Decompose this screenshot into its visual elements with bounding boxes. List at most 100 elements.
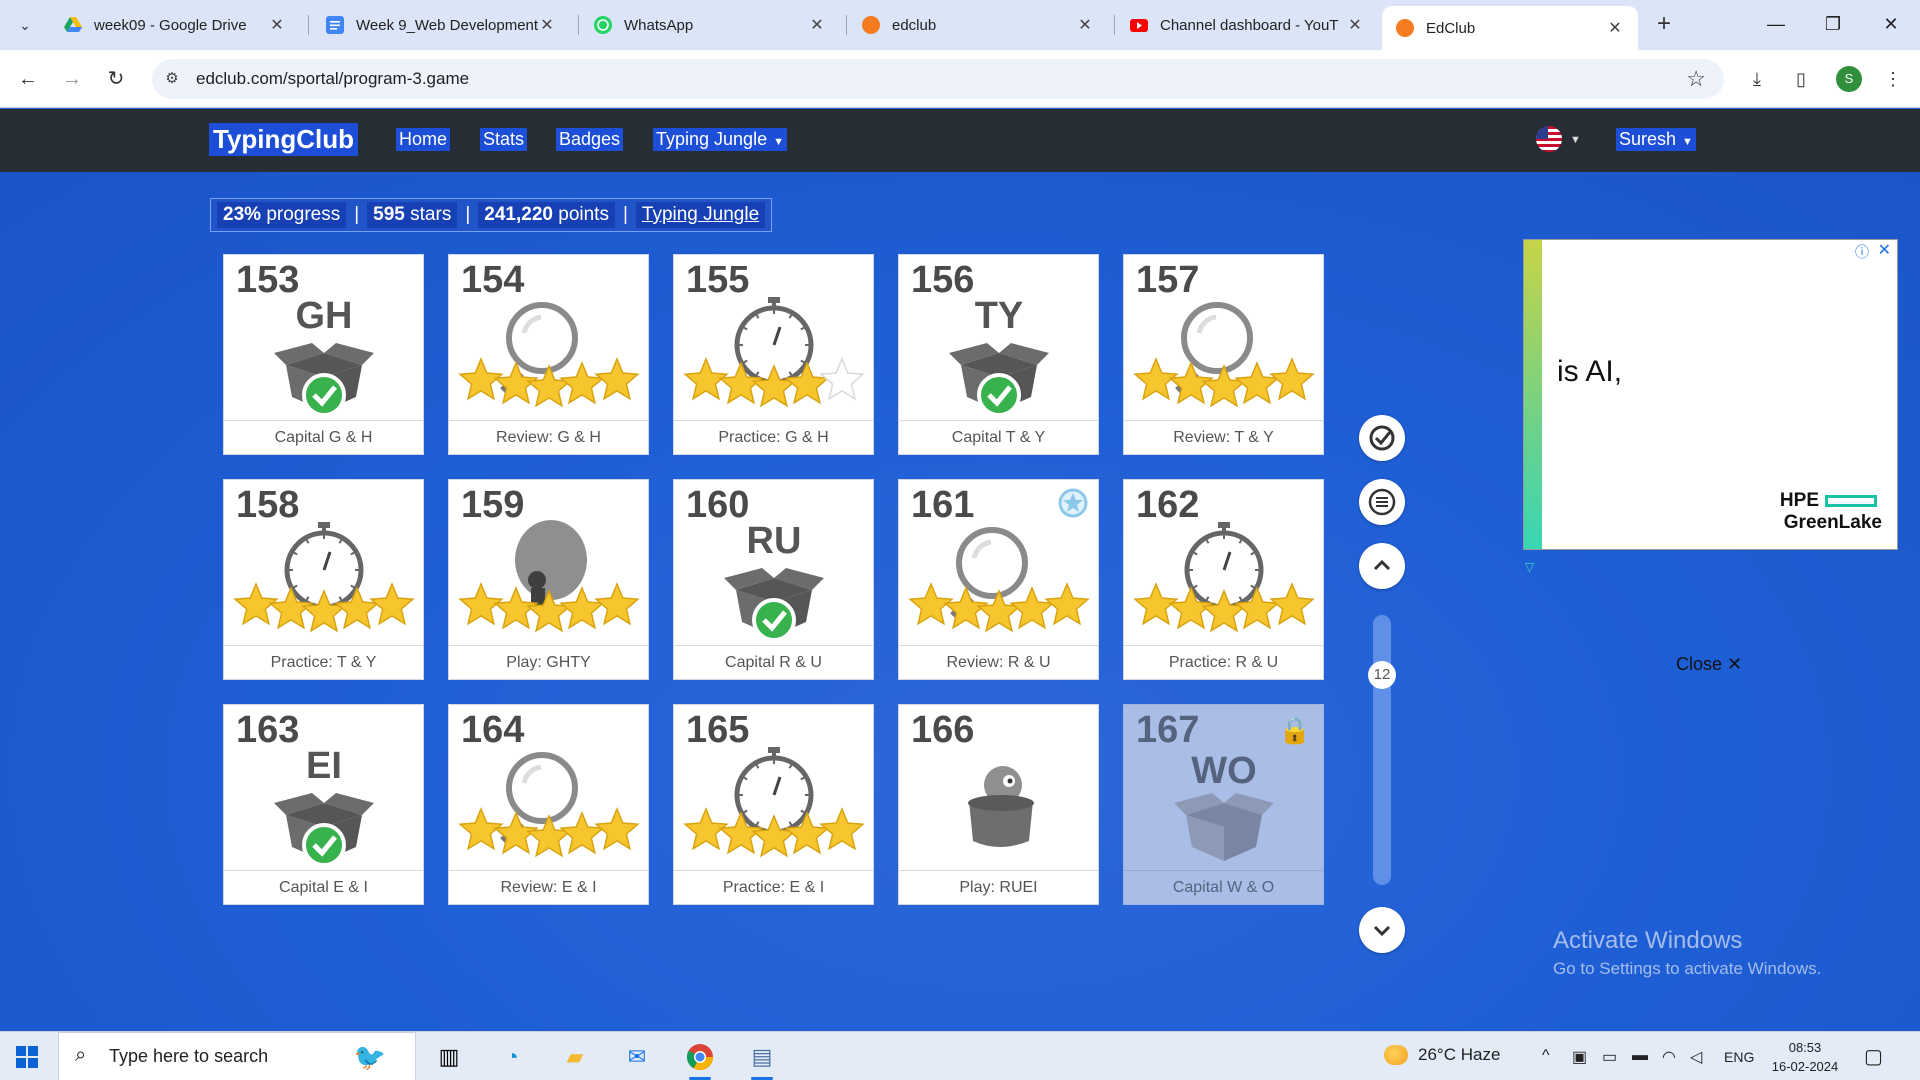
address-bar[interactable]: ⚙ edclub.com/sportal/program-3.game ☆ [152, 59, 1724, 99]
tab-youtube[interactable]: Channel dashboard - YouT ✕ [1116, 6, 1378, 44]
lesson-card[interactable]: 159 Play: GHTY [448, 479, 649, 680]
lesson-card[interactable]: 161 Review: R & U [898, 479, 1099, 680]
site-info-icon[interactable]: ⚙ [162, 69, 182, 89]
scroll-level-indicator[interactable]: 12 [1368, 661, 1396, 689]
weather-widget[interactable]: 26°C Haze [1384, 1045, 1500, 1065]
lesson-card[interactable]: 165 Practice: E & I [673, 704, 874, 905]
forward-icon[interactable]: → [57, 64, 87, 94]
reload-icon[interactable]: ↻ [101, 64, 131, 94]
ad-headline: is AI, [1557, 355, 1623, 388]
nav-program-dropdown[interactable]: Typing Jungle ▼ [653, 128, 787, 151]
tab-edclub[interactable]: edclub ✕ [848, 6, 1108, 44]
scroll-up-icon[interactable] [1359, 543, 1405, 589]
whatsapp-icon [594, 16, 612, 34]
completed-filter-icon[interactable] [1359, 415, 1405, 461]
review-illustration [1133, 302, 1315, 408]
display-icon[interactable]: ▭ [1602, 1047, 1617, 1067]
practice-illustration [233, 522, 415, 633]
close-ad-button[interactable]: Close ✕ [1676, 654, 1742, 675]
lesson-card[interactable]: 155 Practice: G & H [673, 254, 874, 455]
back-icon[interactable]: ← [13, 64, 43, 94]
close-tab-icon[interactable]: ✕ [1346, 15, 1364, 35]
tab-separator [846, 15, 847, 35]
lesson-card[interactable]: 162 Practice: R & U [1123, 479, 1324, 680]
lesson-card[interactable]: 156 TY Capital T & Y [898, 254, 1099, 455]
wifi-icon[interactable]: ◠ [1662, 1047, 1676, 1067]
edge-icon[interactable]: ◔ [493, 1038, 531, 1076]
side-panel-icon[interactable]: ▯ [1788, 66, 1814, 92]
divider: | [354, 204, 360, 225]
battery-icon[interactable]: ▬ [1632, 1047, 1648, 1065]
user-menu[interactable]: Suresh ▼ [1616, 128, 1696, 151]
scroll-track[interactable] [1373, 615, 1391, 885]
lesson-card[interactable]: 167 WO 🔒 Capital W & O [1123, 704, 1324, 905]
nav-program-label: Typing Jungle [656, 129, 768, 149]
language-indicator[interactable]: ENG [1724, 1049, 1754, 1065]
nav-stats[interactable]: Stats [480, 128, 528, 151]
tab-edclub-active[interactable]: EdClub ✕ [1382, 6, 1638, 50]
clock[interactable]: 08:53 16-02-2024 [1770, 1038, 1840, 1076]
lesson-caption: Play: GHTY [449, 645, 648, 679]
minimize-icon[interactable]: — [1753, 8, 1799, 40]
typingclub-logo[interactable]: TypingClub [209, 123, 359, 156]
more-menu-icon[interactable]: ⋮ [1880, 66, 1906, 92]
adchoices-icon[interactable]: ▽ [1525, 560, 1534, 574]
close-tab-icon[interactable]: ✕ [268, 15, 286, 35]
url-text[interactable]: edclub.com/sportal/program-3.game [196, 69, 469, 89]
weather-haze-icon [1384, 1045, 1408, 1065]
menu-list-icon[interactable] [1359, 479, 1405, 525]
bookmark-star-icon[interactable]: ☆ [1686, 66, 1706, 92]
profile-avatar[interactable]: S [1836, 66, 1862, 92]
tab-google-docs[interactable]: Week 9_Web Development ✕ [312, 6, 570, 44]
restore-icon[interactable]: ❐ [1810, 8, 1856, 40]
program-link[interactable]: Typing Jungle [635, 202, 766, 228]
tab-search-icon[interactable]: ⌄ [10, 10, 40, 40]
tab-google-drive[interactable]: week09 - Google Drive ✕ [50, 6, 300, 44]
meet-now-icon[interactable]: ▣ [1572, 1047, 1587, 1067]
site-header: TypingClub Home Stats Badges Typing Jung… [0, 109, 1920, 172]
close-tab-icon[interactable]: ✕ [1606, 18, 1624, 38]
lesson-card[interactable]: 160 RU Capital R & U [673, 479, 874, 680]
chevron-down-icon: ▼ [773, 136, 784, 148]
chrome-icon[interactable] [681, 1038, 719, 1080]
lesson-card[interactable]: 154 Review: G & H [448, 254, 649, 455]
chevron-down-icon[interactable]: ▼ [1570, 134, 1581, 146]
search-icon: ⌕ [75, 1044, 87, 1066]
ad-gradient-bar [1524, 240, 1542, 549]
filled-star-icon [369, 582, 415, 626]
close-tab-icon[interactable]: ✕ [808, 15, 826, 35]
ad-close-icon[interactable]: ✕ [1878, 240, 1891, 260]
scroll-down-icon[interactable] [1359, 907, 1405, 953]
advertisement[interactable]: ⓘ ✕ is AI, HPE GreenLake [1523, 239, 1898, 550]
tab-whatsapp[interactable]: WhatsApp ✕ [580, 6, 840, 44]
lesson-card[interactable]: 166 Play: RUEI [898, 704, 1099, 905]
volume-icon[interactable]: ◁ [1690, 1047, 1702, 1067]
nav-badges[interactable]: Badges [556, 128, 624, 151]
clock-time: 08:53 [1788, 1040, 1822, 1055]
filled-star-icon [1269, 357, 1315, 401]
close-window-icon[interactable]: ✕ [1868, 8, 1914, 40]
filled-star-icon [559, 811, 605, 855]
lesson-card[interactable]: 164 Review: E & I [448, 704, 649, 905]
windows-start-icon[interactable] [16, 1046, 38, 1068]
nav-home[interactable]: Home [396, 128, 451, 151]
new-tab-icon[interactable]: + [1650, 10, 1678, 38]
lesson-card[interactable]: 157 Review: T & Y [1123, 254, 1324, 455]
notifications-icon[interactable]: ▢ [1864, 1044, 1883, 1069]
search-highlight-bird-icon[interactable]: 🐦 [330, 1038, 410, 1076]
us-flag-icon[interactable] [1536, 126, 1562, 152]
lesson-card[interactable]: 163 EI Capital E & I [223, 704, 424, 905]
file-explorer-icon[interactable]: ▰ [556, 1038, 594, 1076]
close-tab-icon[interactable]: ✕ [538, 15, 556, 35]
activate-windows-title: Activate Windows [1553, 927, 1743, 954]
mail-icon[interactable]: ✉ [618, 1038, 656, 1076]
ad-info-icon[interactable]: ⓘ [1855, 242, 1869, 262]
task-view-icon[interactable]: ▥ [430, 1038, 468, 1076]
play-pot-illustration [968, 766, 1034, 847]
download-icon[interactable]: ⤓ [1744, 66, 1770, 92]
close-tab-icon[interactable]: ✕ [1076, 15, 1094, 35]
notepad-app-icon[interactable]: ▤ [743, 1038, 781, 1080]
lesson-card[interactable]: 158 Practice: T & Y [223, 479, 424, 680]
lesson-card[interactable]: 153 GH Capital G & H [223, 254, 424, 455]
chevron-up-icon[interactable]: ^ [1542, 1047, 1550, 1065]
